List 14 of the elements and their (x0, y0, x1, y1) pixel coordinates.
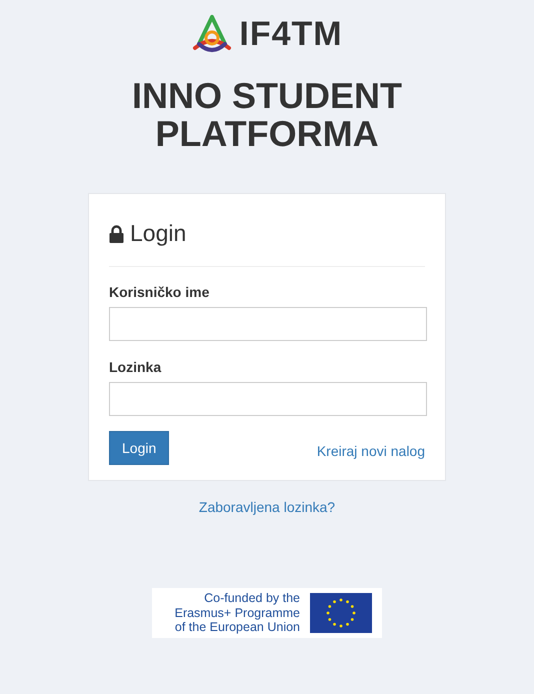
logo-icon (191, 14, 234, 54)
register-link[interactable]: Kreiraj novi nalog (316, 443, 425, 459)
field-label: Lozinka (109, 359, 162, 375)
page-title: INNO STUDENT PLATFORMA (131, 77, 403, 153)
input-field[interactable] (109, 382, 427, 416)
forgot-password-link[interactable]: Zaboravljena lozinka? (198, 499, 336, 515)
logo-text: IF4TM (239, 14, 343, 54)
lock-icon (109, 224, 124, 242)
flag-icon (310, 593, 372, 633)
panel-heading: Login (130, 220, 186, 247)
login-button[interactable]: Login (109, 431, 170, 465)
field-label: Korisničko ime (109, 284, 210, 300)
input-field[interactable] (109, 307, 427, 341)
funding-text: Co-funded by the Erasmus+ Programme of the European Union (174, 591, 300, 635)
